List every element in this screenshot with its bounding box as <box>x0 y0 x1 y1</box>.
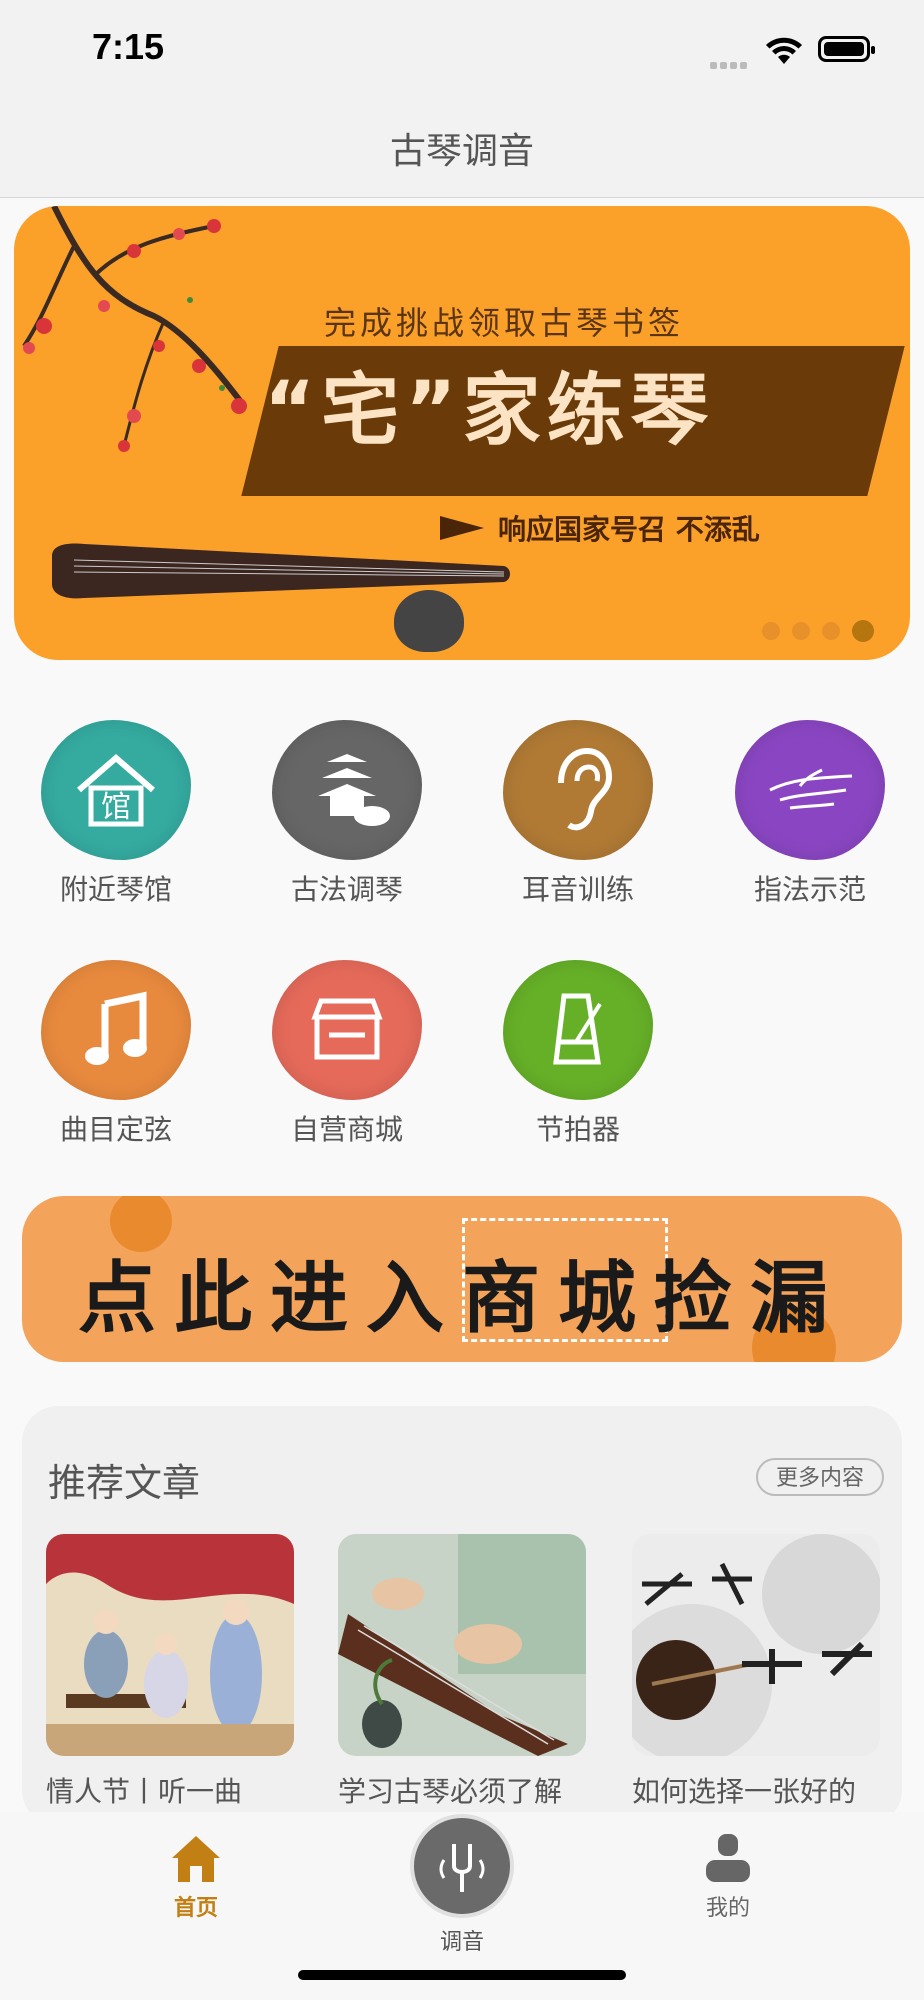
ear-icon <box>503 720 653 860</box>
mall-entry-text: 点此进入商城捡漏 <box>77 1254 846 1344</box>
grid-item-self-run-store[interactable]: 自营商城 <box>257 960 437 1148</box>
articles-section-title: 推荐文章 <box>48 1461 201 1505</box>
wifi-icon <box>766 37 802 64</box>
article-thumbnail <box>338 1534 586 1756</box>
banner-page-indicator[interactable] <box>750 620 874 642</box>
music-note-icon <box>41 960 191 1100</box>
tab-mine[interactable]: 我的 <box>676 1830 780 1922</box>
article-item[interactable]: 学习古琴必须了解 <box>338 1534 586 1810</box>
grid-item-fingering-demo[interactable]: 指法示范 <box>720 720 900 908</box>
guqin-hall-icon: 馆 <box>41 720 191 860</box>
page-dot[interactable] <box>762 622 780 640</box>
page-dot[interactable] <box>792 622 810 640</box>
signal-icon <box>710 54 754 69</box>
battery-icon <box>818 36 875 62</box>
grid-item-label: 古法调琴 <box>290 873 403 906</box>
article-title: 如何选择一张好的 <box>632 1775 857 1808</box>
grid-item-tune-by-piece[interactable]: 曲目定弦 <box>26 960 206 1148</box>
user-icon <box>706 1834 750 1882</box>
page-title: 古琴调音 <box>389 131 534 172</box>
banner-headline: “宅”家练琴 <box>264 366 715 456</box>
grid-item-label: 曲目定弦 <box>59 1113 172 1146</box>
grid-item-label: 指法示范 <box>753 873 866 906</box>
mall-entry-banner[interactable]: 点此进入商城捡漏 <box>22 1196 902 1362</box>
article-thumbnail <box>46 1534 294 1756</box>
grid-item-nearby-hall[interactable]: 馆 附近琴馆 <box>26 720 206 908</box>
status-time: 7:15 <box>92 26 165 67</box>
banner-subtitle: 完成挑战领取古琴书签 <box>324 304 685 342</box>
home-indicator <box>298 1970 626 1980</box>
tuning-fork-icon <box>410 1814 514 1918</box>
home-icon <box>172 1836 220 1882</box>
page-dot-active[interactable] <box>852 620 874 642</box>
tab-label: 首页 <box>173 1896 218 1921</box>
grid-item-label: 附近琴馆 <box>59 873 172 906</box>
grid-item-label: 耳音训练 <box>521 873 634 906</box>
tab-tune[interactable]: 调音 <box>410 1814 514 1956</box>
hand-icon <box>735 720 885 860</box>
censer-illustration <box>394 590 464 652</box>
grid-item-label: 节拍器 <box>535 1113 620 1146</box>
article-item[interactable]: 情人节丨听一曲 <box>46 1534 294 1810</box>
article-item[interactable]: 如何选择一张好的 <box>632 1534 880 1810</box>
more-content-button[interactable]: 更多内容 <box>756 1458 884 1496</box>
tab-home[interactable]: 首页 <box>144 1830 248 1922</box>
grid-item-ancient-tuning[interactable]: 古法调琴 <box>257 720 437 908</box>
banner-tagline: 响应国家号召 不添乱 <box>498 513 760 546</box>
store-icon <box>272 960 422 1100</box>
grid-item-ear-training[interactable]: 耳音训练 <box>488 720 668 908</box>
article-title: 学习古琴必须了解 <box>338 1775 563 1808</box>
metronome-icon <box>503 960 653 1100</box>
promo-banner[interactable]: 完成挑战领取古琴书签 “宅”家练琴 响应国家号召 不添乱 <box>14 206 910 660</box>
tab-label: 调音 <box>439 1930 484 1955</box>
pagoda-icon <box>272 720 422 860</box>
grid-item-label: 自营商城 <box>290 1113 403 1146</box>
tab-label: 我的 <box>705 1896 750 1921</box>
page-dot[interactable] <box>822 622 840 640</box>
svg-text:馆: 馆 <box>101 790 131 825</box>
article-title: 情人节丨听一曲 <box>46 1775 243 1808</box>
article-thumbnail <box>632 1534 880 1756</box>
grid-item-metronome[interactable]: 节拍器 <box>488 960 668 1148</box>
